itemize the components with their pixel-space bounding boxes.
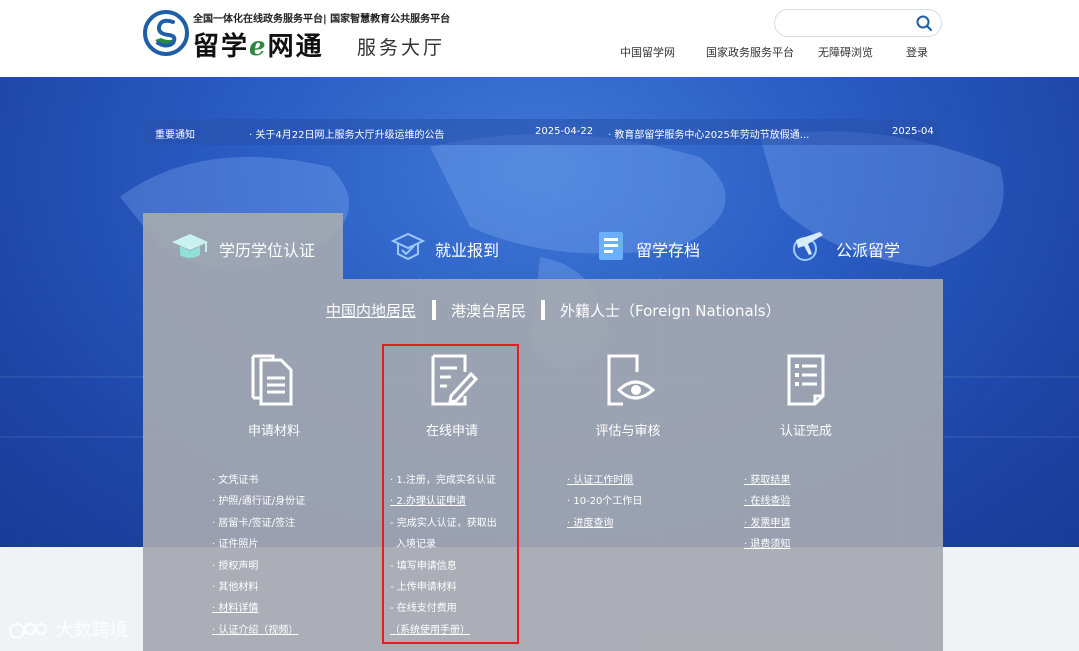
list-item[interactable]: · 护照/通行证/身份证 — [212, 491, 305, 512]
list-item[interactable]: · 授权声明 — [212, 556, 305, 577]
list-item[interactable]: · 进度查询 — [567, 513, 642, 534]
watermark-logo-icon — [9, 623, 47, 639]
materials-list: · 文凭证书 · 护照/通行证/身份证 · 居留卡/签证/签注 · 证件照片 ·… — [212, 470, 305, 641]
checklist-icon — [787, 354, 825, 406]
graduation-cap-icon — [172, 234, 208, 258]
notice-item-title[interactable]: · 教育部留学服务中心2025年劳动节放假通... — [608, 126, 809, 141]
step-assessment-review[interactable]: 评估与审核 — [568, 352, 688, 439]
nav-link-cscse[interactable]: 中国留学网 — [620, 44, 675, 60]
tab-label: 留学存档 — [636, 241, 701, 260]
step-title: 认证完成 — [779, 424, 832, 439]
nav-link-gov-platform[interactable]: 国家政务服务平台 — [706, 44, 794, 60]
list-item[interactable]: · 发票申请 — [744, 513, 790, 534]
search-input[interactable] — [787, 14, 916, 34]
logo-emblem-icon — [143, 10, 189, 56]
subtab-mainland-residents[interactable]: 中国内地居民 — [326, 300, 416, 321]
list-item[interactable]: · 在线查验 — [744, 491, 790, 512]
logo-title: 留学e网通 — [193, 32, 324, 62]
step-title: 评估与审核 — [595, 424, 661, 439]
highlight-box — [382, 344, 519, 644]
search-icon[interactable] — [915, 14, 933, 32]
site-header: 全国一体化在线政务服务平台| 国家智慧教育公共服务平台 留学e网通 服务大厅 中… — [0, 0, 1079, 77]
subtab-hk-macao-taiwan[interactable]: 港澳台居民 — [451, 300, 526, 321]
subtab-divider — [541, 300, 545, 320]
step-verification-complete[interactable]: 认证完成 — [746, 352, 866, 439]
notice-item-date: 2025-04 — [892, 126, 934, 137]
airplane-globe-icon — [793, 232, 823, 261]
logo-subtitle: 服务大厅 — [357, 37, 446, 59]
list-item[interactable]: · 认证工作时限 — [567, 470, 642, 491]
notice-item-title[interactable]: · 关于4月22日网上服务大厅升级运维的公告 — [249, 126, 444, 141]
subtab-divider — [432, 300, 436, 320]
list-item[interactable]: · 认证介绍（视频） — [212, 620, 305, 641]
nav-link-accessibility[interactable]: 无障碍浏览 — [818, 44, 873, 60]
tab-label: 公派留学 — [836, 241, 901, 260]
site-logo[interactable]: 全国一体化在线政务服务平台| 国家智慧教育公共服务平台 留学e网通 服务大厅 — [143, 8, 463, 64]
step-application-materials[interactable]: 申请材料 — [214, 352, 334, 439]
watermark: 大数跨境 — [8, 616, 128, 642]
list-item[interactable]: · 证件照片 — [212, 534, 305, 555]
employment-report-icon — [390, 232, 426, 261]
list-item[interactable]: · 退费须知 — [744, 534, 790, 555]
important-notice-bar: 重要通知 · 关于4月22日网上服务大厅升级运维的公告 2025-04-22 ·… — [143, 119, 940, 145]
notice-item-date: 2025-04-22 — [535, 126, 594, 137]
nav-link-login[interactable]: 登录 — [906, 44, 928, 60]
completion-list: · 获取结果 · 在线查验 · 发票申请 · 退费须知 — [744, 470, 790, 556]
list-item[interactable]: · 居留卡/签证/签注 — [212, 513, 305, 534]
documents-icon — [251, 354, 293, 406]
subtab-foreign-nationals[interactable]: 外籍人士（Foreign Nationals） — [560, 300, 781, 321]
review-list: · 认证工作时限 · 10-20个工作日 · 进度查询 — [567, 470, 642, 534]
logo-platform-text: 全国一体化在线政务服务平台| 国家智慧教育公共服务平台 — [193, 14, 451, 25]
list-item[interactable]: · 材料详情 — [212, 598, 305, 619]
notice-label: 重要通知 — [155, 130, 195, 141]
archive-file-icon — [599, 232, 623, 260]
list-item[interactable]: · 获取结果 — [744, 470, 790, 491]
search-box[interactable] — [774, 9, 942, 37]
list-item: · 10-20个工作日 — [567, 496, 643, 508]
list-item[interactable]: · 文凭证书 — [212, 470, 305, 491]
step-title: 申请材料 — [247, 424, 300, 439]
tab-label: 就业报到 — [435, 241, 500, 260]
tab-label: 学历学位认证 — [219, 241, 316, 260]
list-item[interactable]: · 其他材料 — [212, 577, 305, 598]
watermark-text: 大数跨境 — [55, 620, 128, 641]
review-eye-icon — [607, 354, 656, 406]
